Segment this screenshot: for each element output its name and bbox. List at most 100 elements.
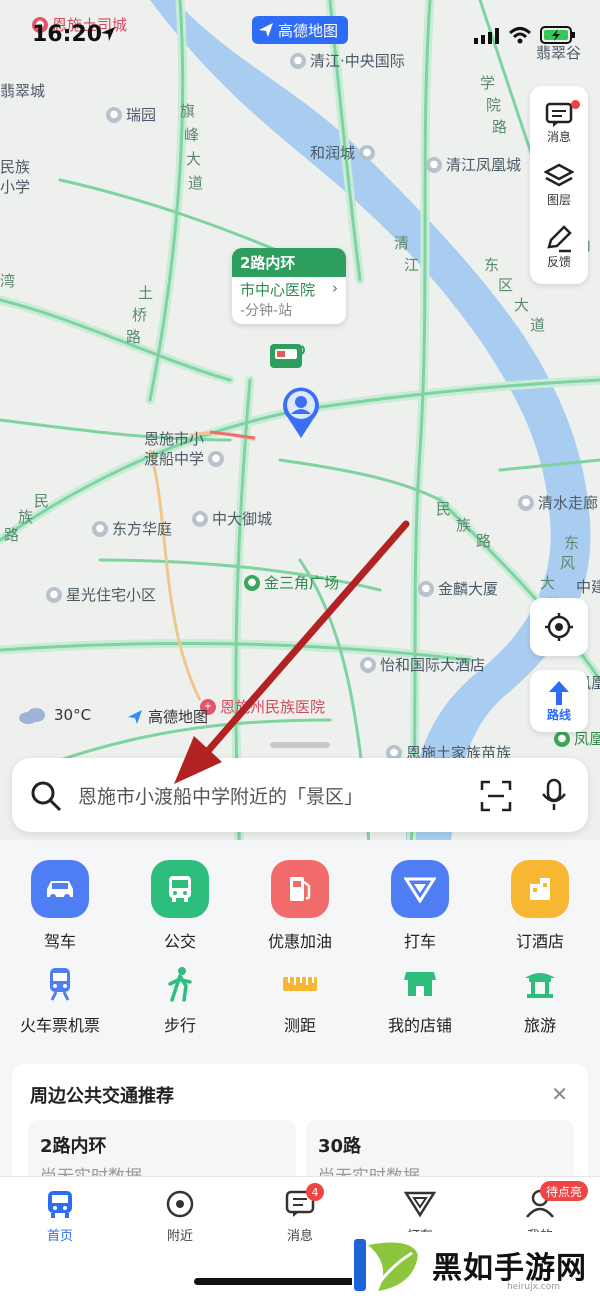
road-label: 桥 bbox=[132, 306, 148, 324]
services-row-secondary: 火车票机票 步行 测距 我的店铺 旅游 bbox=[0, 964, 600, 1036]
status-bar: 16:20 bbox=[0, 0, 600, 70]
poi-school-label: 小学 bbox=[0, 178, 31, 196]
poi-xingguang-residence[interactable]: ● 星光住宅小区 bbox=[46, 584, 156, 605]
road-label: 区 bbox=[498, 276, 514, 294]
poi-jinlin-building[interactable]: ● 金麟大厦 bbox=[418, 578, 498, 599]
road-label: 峰 bbox=[184, 126, 200, 144]
poi-minzu-label: 民族 bbox=[0, 158, 31, 176]
poi-qingjiang-fenghuang[interactable]: ● 清江凤凰城 bbox=[426, 154, 521, 175]
road-label: 族 bbox=[456, 516, 472, 534]
sheet-grabber[interactable] bbox=[270, 742, 330, 748]
road-label: 清 bbox=[394, 234, 410, 252]
road-label: 院 bbox=[486, 96, 502, 114]
road-label: 路 bbox=[126, 328, 142, 346]
service-drive[interactable]: 驾车 bbox=[0, 860, 120, 952]
poi-pin-icon: ● bbox=[554, 730, 570, 747]
road-label: 东 bbox=[484, 256, 500, 274]
locate-button[interactable] bbox=[530, 598, 588, 656]
poi-pin-icon: ● bbox=[106, 106, 122, 123]
road-label: 道 bbox=[188, 174, 204, 192]
wifi-icon bbox=[508, 27, 532, 44]
poi-qingshui-corridor[interactable]: ● 清水走廊 bbox=[518, 492, 598, 513]
amap-logo: 高德地图 bbox=[126, 706, 208, 727]
car-icon bbox=[31, 860, 89, 918]
road-label: 道 bbox=[530, 316, 546, 334]
service-travel[interactable]: 旅游 bbox=[480, 964, 600, 1036]
poi-ruiyuan[interactable]: ● 瑞园 bbox=[106, 104, 156, 125]
fuel-pump-icon bbox=[271, 860, 329, 918]
temperature: 30°C bbox=[54, 706, 92, 724]
battery-charging-icon bbox=[540, 26, 575, 44]
service-fuel[interactable]: 优惠加油 bbox=[240, 860, 360, 952]
site-watermark: 黑如手游网 heirujx.com bbox=[352, 1232, 600, 1298]
poi-pin-icon: ● bbox=[518, 494, 534, 511]
bus-station-name: 市中心医院 bbox=[240, 281, 316, 299]
message-count-badge: 4 bbox=[306, 1183, 324, 1201]
service-walk[interactable]: 步行 bbox=[120, 964, 240, 1036]
service-measure[interactable]: 测距 bbox=[240, 964, 360, 1036]
bus-stop-marker-icon[interactable] bbox=[268, 340, 308, 374]
tab-nearby[interactable]: 附近 bbox=[120, 1189, 240, 1244]
road-label: 民 bbox=[436, 500, 452, 518]
hotel-icon bbox=[511, 860, 569, 918]
poi-dongfang-huating[interactable]: ● 东方华庭 bbox=[92, 518, 172, 539]
bus-icon bbox=[151, 860, 209, 918]
road-label: 大 bbox=[186, 150, 202, 168]
road-label: 江 bbox=[404, 256, 420, 274]
watermark-url: heirujx.com bbox=[506, 1282, 560, 1292]
route-button[interactable]: 路线 bbox=[530, 670, 588, 732]
road-label: 族 bbox=[18, 508, 34, 526]
locate-icon bbox=[545, 613, 573, 641]
poi-feicui-city[interactable]: 翡翠城 bbox=[0, 80, 45, 101]
service-hotel[interactable]: 订酒店 bbox=[480, 860, 600, 952]
poi-pin-icon: ● bbox=[92, 520, 108, 537]
pavilion-icon bbox=[520, 964, 560, 1004]
walking-icon bbox=[160, 964, 200, 1004]
poi-xiaoduchuan-line1[interactable]: 恩施市小 bbox=[144, 428, 204, 449]
poi-zhongjian[interactable]: 中建 bbox=[576, 576, 600, 597]
poi-yihe-hotel[interactable]: ● 怡和国际大酒店 bbox=[360, 654, 485, 675]
map-view[interactable]: ● 恩施土司城 ● 清江·中央国际 翡翠谷 翡翠城 ● 瑞园 和润城 ● ● 清江凤凰城 … bbox=[0, 0, 600, 860]
shop-icon bbox=[400, 964, 440, 1004]
poi-pin-icon: ● bbox=[426, 156, 442, 173]
poi-xiaoduchuan-line2[interactable]: 渡船中学 ● bbox=[144, 448, 225, 469]
layers-icon bbox=[544, 163, 574, 186]
poi-pin-icon: ● bbox=[360, 656, 376, 673]
layers-button[interactable]: 图层 bbox=[530, 154, 588, 216]
service-tickets[interactable]: 火车票机票 bbox=[0, 964, 120, 1036]
road-label: 湾 bbox=[0, 272, 16, 290]
tab-messages[interactable]: 4 消息 bbox=[240, 1183, 360, 1244]
chevron-right-icon: › bbox=[332, 279, 338, 297]
poi-pin-icon: ● bbox=[208, 450, 225, 467]
scan-icon[interactable] bbox=[480, 780, 512, 812]
service-taxi[interactable]: 打车 bbox=[360, 860, 480, 952]
poi-zhongda-yucheng[interactable]: ● 中大御城 bbox=[192, 508, 272, 529]
road-label: 学 bbox=[480, 74, 496, 92]
poi-pin-icon: ● bbox=[192, 510, 208, 527]
tab-home[interactable]: 首页 bbox=[0, 1189, 120, 1244]
service-bus[interactable]: 公交 bbox=[120, 860, 240, 952]
user-location-icon bbox=[283, 387, 319, 438]
feedback-icon bbox=[547, 224, 572, 252]
poi-jinsanjiao-square[interactable]: ● 金三角广场 bbox=[244, 572, 339, 593]
message-button[interactable]: 消息 bbox=[530, 92, 588, 154]
microphone-icon[interactable] bbox=[540, 778, 568, 812]
feedback-button[interactable]: 反馈 bbox=[530, 216, 588, 278]
close-icon[interactable]: ✕ bbox=[551, 1082, 568, 1106]
poi-herun-city[interactable]: 和润城 ● bbox=[310, 142, 376, 163]
home-bus-icon bbox=[48, 1191, 72, 1218]
amap-logo-icon bbox=[128, 709, 142, 724]
transit-title: 周边公共交通推荐 bbox=[30, 1086, 174, 1107]
search-placeholder: 恩施市小渡船中学附近的「景区」 bbox=[78, 786, 364, 808]
road-label: 大 bbox=[540, 574, 556, 592]
route-name: 30路 bbox=[318, 1136, 362, 1157]
pin-icon bbox=[166, 1190, 194, 1218]
search-bar[interactable]: 恩施市小渡船中学附近的「景区」 bbox=[12, 758, 588, 832]
service-my-shop[interactable]: 我的店铺 bbox=[360, 964, 480, 1036]
ruler-icon bbox=[280, 964, 320, 1004]
bus-stop-card[interactable]: 2路内环 市中心医院 › -分钟-站 bbox=[232, 248, 346, 324]
weather-widget[interactable]: 30°C bbox=[18, 706, 91, 724]
train-icon bbox=[40, 964, 80, 1004]
cellular-signal-icon bbox=[474, 28, 499, 44]
poi-minzu-hospital[interactable]: + 恩施州民族医院 bbox=[200, 696, 325, 717]
